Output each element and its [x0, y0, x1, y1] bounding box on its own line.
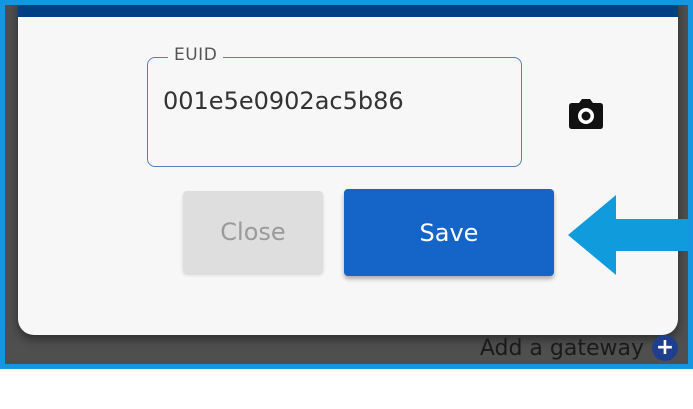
- dialog: EUID 001e5e0902ac5b86 Close Save: [18, 5, 678, 335]
- dialog-header: [18, 5, 678, 17]
- add-gateway-label: Add a gateway: [479, 335, 644, 361]
- left-arrow-icon: [568, 195, 688, 275]
- euid-label: EUID: [168, 45, 224, 65]
- add-gateway-link[interactable]: Add a gateway +: [480, 335, 678, 361]
- euid-field[interactable]: EUID 001e5e0902ac5b86: [147, 45, 522, 167]
- camera-icon[interactable]: [568, 97, 604, 131]
- save-button[interactable]: Save: [344, 189, 554, 276]
- plus-circle-icon[interactable]: +: [652, 335, 678, 361]
- euid-input[interactable]: 001e5e0902ac5b86: [163, 87, 404, 115]
- screenshot-frame: EUID 001e5e0902ac5b86 Close Save Add a g…: [0, 0, 693, 369]
- close-button[interactable]: Close: [183, 191, 323, 273]
